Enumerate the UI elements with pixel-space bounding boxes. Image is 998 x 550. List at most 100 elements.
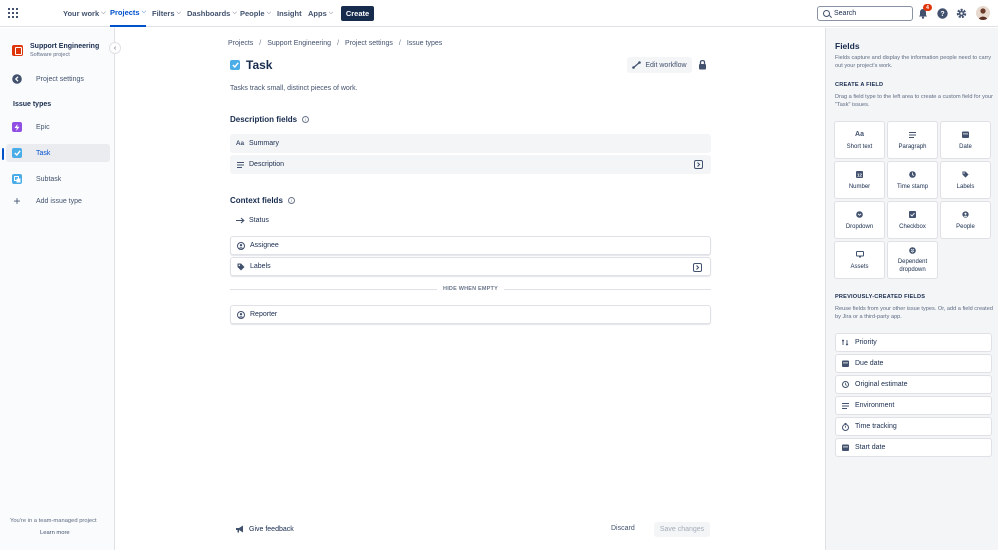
assets-icon [855,251,864,259]
svg-text:12: 12 [857,173,863,178]
field-label: Time tracking [855,423,897,430]
lock-icon[interactable] [698,59,707,70]
field-type-short-text[interactable]: Aa Short text [834,121,885,159]
help-icon[interactable]: ? [936,7,948,19]
tile-label: Date [959,143,972,150]
subtask-icon [12,174,22,184]
add-issue-type-button[interactable]: + Add issue type [6,192,110,210]
nav-projects[interactable]: Projects ⌵ [110,0,147,27]
field-type-dependent-dropdown[interactable]: Dependent dropdown [887,241,938,279]
field-type-checkbox[interactable]: Checkbox [887,201,938,239]
tile-label: Time stamp [896,183,929,190]
nav-people[interactable]: People ⌵ [240,0,271,27]
nav-insight[interactable]: Insight [277,0,302,27]
existing-field-start-date[interactable]: Start date [835,438,992,457]
calendar-icon [962,131,969,139]
field-type-time-stamp[interactable]: Time stamp [887,161,938,199]
field-type-dropdown[interactable]: Dropdown [834,201,885,239]
tile-label: Checkbox [899,223,926,230]
sidebar-item-epic[interactable]: Epic [6,118,110,136]
field-label: Priority [855,339,877,346]
create-button[interactable]: Create [341,6,374,21]
short-text-icon: Aa [855,131,864,138]
breadcrumb-project[interactable]: Support Engineering [267,40,331,47]
give-feedback-button[interactable]: Give feedback [235,525,294,533]
breadcrumb-projects[interactable]: Projects [228,40,253,47]
edit-workflow-button[interactable]: Edit workflow [627,57,692,73]
nav-apps[interactable]: Apps ⌵ [308,0,333,27]
checkbox-icon [909,211,916,219]
discard-button[interactable]: Discard [611,525,635,532]
clock-icon [909,171,916,179]
chevron-down-icon: ⌵ [176,10,182,16]
existing-field-time-tracking[interactable]: Time tracking [835,417,992,436]
task-type-icon [230,60,240,70]
project-logo-icon [12,45,23,56]
short-text-icon: Aa [235,140,245,147]
field-type-paragraph[interactable]: Paragraph [887,121,938,159]
existing-field-priority[interactable]: Priority [835,333,992,352]
panel-intro: Fields capture and display the informati… [835,55,992,69]
app-switcher-icon[interactable] [8,8,18,18]
page-title[interactable]: Task [246,58,272,72]
field-type-people[interactable]: People [940,201,991,239]
field-label: Environment [855,402,895,409]
field-type-number[interactable]: 12 Number [834,161,885,199]
previously-created-heading: PREVIOUSLY-CREATED FIELDS [835,294,926,300]
clock-icon [841,381,850,388]
chevron-down-icon: ⌵ [266,10,272,16]
save-changes-button[interactable]: Save changes [654,522,710,537]
field-label: Original estimate [855,381,908,388]
field-type-date[interactable]: Date [940,121,991,159]
sidebar-item-task[interactable]: Task [6,144,110,162]
field-label: Start date [855,444,886,451]
arrow-right-icon [235,217,245,224]
existing-field-original-estimate[interactable]: Original estimate [835,375,992,394]
dropdown-icon [856,211,863,219]
existing-field-environment[interactable]: Environment [835,396,992,415]
back-arrow-icon [12,74,22,84]
open-panel-icon[interactable] [692,262,702,272]
nav-dashboards[interactable]: Dashboards ⌵ [187,0,237,27]
project-name[interactable]: Support Engineering [30,43,99,50]
field-labels[interactable]: Labels [230,257,711,276]
create-field-text: Drag a field type to the left area to cr… [835,94,993,108]
settings-gear-icon[interactable] [955,7,967,19]
issue-type-description[interactable]: Tasks track small, distinct pieces of wo… [230,85,358,92]
tile-label: Short text [846,143,873,150]
field-type-labels[interactable]: Labels [940,161,991,199]
existing-field-due-date[interactable]: Due date [835,354,992,373]
field-type-assets[interactable]: Assets [834,241,885,279]
chevron-down-icon: ⌵ [141,9,147,15]
priority-icon [841,339,850,346]
tile-label: Number [848,183,871,190]
open-panel-icon[interactable] [693,159,703,169]
info-icon[interactable]: i [287,197,295,204]
section-title: Context fields [230,196,283,205]
description-fields-heading: Description fields i [230,115,310,124]
breadcrumb-project-settings[interactable]: Project settings [345,40,393,47]
breadcrumb-issue-types[interactable]: Issue types [407,40,442,47]
megaphone-icon [235,525,245,533]
nav-your-work[interactable]: Your work ⌵ [63,0,106,27]
tile-label: Dependent dropdown [897,258,928,273]
search-input[interactable]: Search [817,6,913,21]
search-placeholder: Search [834,10,857,17]
field-reporter[interactable]: Reporter [230,305,711,324]
info-icon[interactable]: i [302,116,310,123]
field-summary[interactable]: Aa Summary [230,134,711,153]
field-assignee[interactable]: Assignee [230,236,711,255]
back-to-project-settings[interactable]: Project settings [6,70,110,88]
user-avatar[interactable] [976,6,990,20]
number-icon: 12 [856,171,863,179]
field-description[interactable]: Description [230,155,711,174]
sidebar-item-label: Subtask [36,175,62,183]
chevron-down-icon: ⌵ [328,10,334,16]
sidebar-item-subtask[interactable]: Subtask [6,170,110,188]
field-label: Status [249,217,269,224]
nav-filters[interactable]: Filters ⌵ [152,0,181,27]
previously-created-text: Reuse fields from your other issue types… [835,306,993,320]
edit-workflow-label: Edit workflow [645,61,687,69]
collapse-sidebar-button[interactable]: ‹ [109,42,121,54]
learn-more-link[interactable]: Learn more [40,530,70,536]
